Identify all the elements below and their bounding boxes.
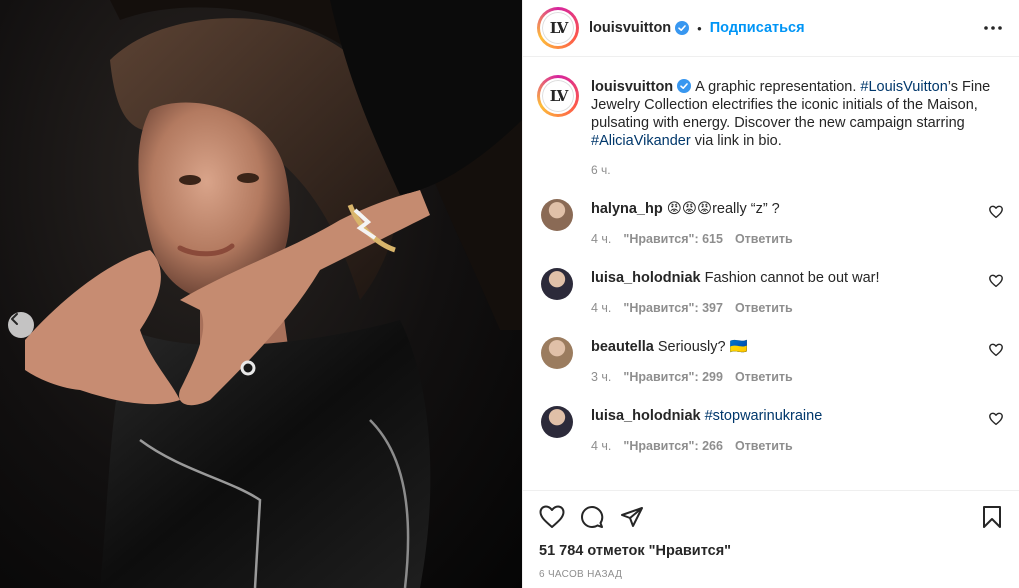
more-horizontal-icon: [984, 26, 1002, 30]
action-bar: [523, 491, 1019, 543]
separator-dot: •: [697, 20, 702, 36]
likes-count[interactable]: 51 784 отметок "Нравится": [523, 543, 1019, 559]
comment-meta: 4 ч. "Нравится": 397 Ответить: [591, 301, 1003, 315]
hashtag-link[interactable]: #LouisVuitton: [860, 79, 947, 95]
account-avatar[interactable]: LV: [537, 7, 579, 49]
comment-likes[interactable]: "Нравится": 397: [623, 301, 723, 315]
comment-likes[interactable]: "Нравится": 615: [623, 232, 723, 246]
caption-text-part: A graphic representation.: [695, 79, 861, 95]
comment-timestamp[interactable]: 4 ч.: [591, 301, 611, 315]
comment-like-heart-icon[interactable]: [989, 205, 1003, 219]
caption-avatar-logo: LV: [540, 78, 576, 114]
comment-timestamp[interactable]: 4 ч.: [591, 439, 611, 453]
caption-avatar[interactable]: LV: [537, 75, 579, 117]
heart-icon: [539, 505, 565, 528]
comment-like-heart-icon[interactable]: [989, 343, 1003, 357]
comments-area[interactable]: LV louisvuitton A graphic representation.…: [523, 57, 1019, 491]
post-photo[interactable]: [0, 0, 522, 588]
reply-button[interactable]: Ответить: [735, 301, 793, 315]
comment-timestamp[interactable]: 4 ч.: [591, 232, 611, 246]
comment-likes[interactable]: "Нравится": 266: [623, 439, 723, 453]
comment-body: halyna_hp 😡😡😡really “z” ? 4 ч. "Нравится"…: [591, 199, 1003, 246]
comment-body: luisa_holodniak #stopwarinukraine 4 ч. "Н…: [591, 406, 1003, 453]
caption-text: louisvuitton A graphic representation. #L…: [591, 75, 1003, 150]
post-caption: LV louisvuitton A graphic representation.…: [537, 57, 1003, 150]
verified-badge-icon: [677, 79, 692, 93]
comment-list: halyna_hp 😡😡😡really “z” ? 4 ч. "Нравится"…: [537, 199, 1003, 453]
account-avatar-logo: LV: [540, 10, 576, 46]
commenter-avatar[interactable]: [541, 406, 573, 438]
comment-text: halyna_hp 😡😡😡really “z” ?: [591, 200, 1003, 218]
reply-button[interactable]: Ответить: [735, 370, 793, 384]
comment-meta: 3 ч. "Нравится": 299 Ответить: [591, 370, 1003, 384]
chevron-left-icon: [11, 313, 18, 325]
comment-text: luisa_holodniak #stopwarinukraine: [591, 407, 1003, 425]
more-options-button[interactable]: [981, 16, 1005, 40]
comment-item: halyna_hp 😡😡😡really “z” ? 4 ч. "Нравится"…: [537, 199, 1003, 246]
post-time-ago[interactable]: 6 ЧАСОВ НАЗАД: [523, 569, 1019, 580]
commenter-avatar[interactable]: [541, 337, 573, 369]
reply-button[interactable]: Ответить: [735, 439, 793, 453]
comment-like-heart-icon[interactable]: [989, 412, 1003, 426]
follow-button[interactable]: Подписаться: [710, 20, 805, 36]
comment-likes[interactable]: "Нравится": 299: [623, 370, 723, 384]
comment-meta: 4 ч. "Нравится": 266 Ответить: [591, 439, 1003, 453]
comment-button[interactable]: [577, 502, 607, 532]
commenter-username[interactable]: luisa_holodniak: [591, 270, 701, 286]
comment-meta: 4 ч. "Нравится": 615 Ответить: [591, 232, 1003, 246]
comment-item: beautella Seriously? 🇺🇦 3 ч. "Нравится": …: [537, 337, 1003, 384]
hashtag-link[interactable]: #AliciaVikander: [591, 133, 691, 149]
post-header: LV louisvuitton • Подписаться: [523, 0, 1019, 57]
comment-text: luisa_holodniak Fashion cannot be out war…: [591, 269, 1003, 287]
comment-like-heart-icon[interactable]: [989, 274, 1003, 288]
share-button[interactable]: [617, 502, 647, 532]
caption-text-part: via link in bio.: [690, 133, 782, 149]
commenter-username[interactable]: luisa_holodniak: [591, 408, 701, 424]
save-button[interactable]: [977, 502, 1007, 532]
hashtag-link[interactable]: #stopwarinukraine: [705, 408, 823, 424]
account-username[interactable]: louisvuitton: [589, 20, 671, 36]
post-side-panel: LV louisvuitton • Подписаться LV louisvu…: [522, 0, 1019, 588]
like-button[interactable]: [537, 502, 567, 532]
comment-bubble-icon: [581, 506, 604, 528]
commenter-avatar[interactable]: [541, 199, 573, 231]
commenter-username[interactable]: beautella: [591, 339, 654, 355]
commenter-username[interactable]: halyna_hp: [591, 201, 663, 217]
commenter-avatar[interactable]: [541, 268, 573, 300]
photo-illustration: [25, 0, 522, 588]
reply-button[interactable]: Ответить: [735, 232, 793, 246]
instagram-post: LV louisvuitton • Подписаться LV louisvu…: [0, 0, 1019, 588]
comment-message: Fashion cannot be out war!: [704, 270, 880, 286]
previous-image-button[interactable]: [8, 312, 34, 338]
comment-body: luisa_holodniak Fashion cannot be out war…: [591, 268, 1003, 315]
comment-message: 😡😡😡really “z” ?: [666, 201, 780, 217]
comment-body: beautella Seriously? 🇺🇦 3 ч. "Нравится": …: [591, 337, 1003, 384]
caption-timestamp[interactable]: 6 ч.: [591, 163, 1003, 177]
comment-text: beautella Seriously? 🇺🇦: [591, 338, 1003, 356]
comment-message: Seriously? 🇺🇦: [657, 339, 748, 355]
bookmark-icon: [983, 506, 1001, 528]
paper-plane-icon: [621, 507, 643, 527]
comment-item: luisa_holodniak Fashion cannot be out war…: [537, 268, 1003, 315]
comment-timestamp[interactable]: 3 ч.: [591, 370, 611, 384]
caption-username[interactable]: louisvuitton: [591, 79, 673, 95]
comment-item: luisa_holodniak #stopwarinukraine 4 ч. "Н…: [537, 406, 1003, 453]
verified-badge-icon: [675, 21, 690, 35]
